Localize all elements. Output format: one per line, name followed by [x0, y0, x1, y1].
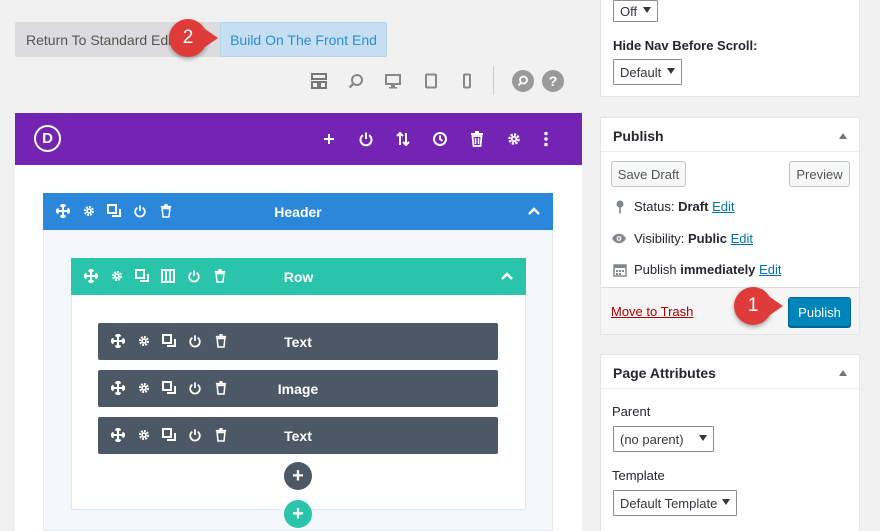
chevron-up-icon[interactable]: [499, 268, 515, 284]
zoom-icon[interactable]: [346, 71, 366, 91]
builder-header-bar: [15, 113, 582, 165]
search-icon[interactable]: [512, 70, 534, 92]
module-title: Image: [277, 380, 319, 397]
page-attributes-title: Page Attributes: [613, 365, 716, 381]
publish-button[interactable]: Publish: [788, 297, 851, 327]
more-options-icon[interactable]: [537, 130, 555, 148]
edit-visibility-link[interactable]: Edit: [731, 231, 753, 246]
module-text[interactable]: Text: [98, 417, 498, 454]
pin-icon: [613, 200, 627, 214]
collapse-arrow-icon[interactable]: [839, 370, 847, 376]
status-row: Status: Draft Edit: [613, 199, 734, 214]
chevron-up-icon[interactable]: [526, 203, 542, 219]
move-to-trash-link[interactable]: Move to Trash: [611, 304, 693, 319]
add-row-button[interactable]: +: [284, 500, 312, 528]
row-title: Row: [283, 268, 314, 285]
module-text[interactable]: Text: [98, 323, 498, 360]
preview-button[interactable]: Preview: [789, 161, 850, 187]
section-title: Header: [274, 203, 322, 220]
collapse-arrow-icon[interactable]: [839, 133, 847, 139]
hide-nav-label: Hide Nav Before Scroll:: [613, 38, 758, 53]
history-icon[interactable]: [431, 130, 449, 148]
section-header-bar[interactable]: Header: [43, 193, 553, 230]
parent-label: Parent: [612, 404, 651, 419]
settings-gear-icon[interactable]: [505, 130, 523, 148]
edit-publish-date-link[interactable]: Edit: [759, 262, 781, 277]
template-label: Template: [612, 468, 665, 483]
annotation-marker-1: 1: [734, 287, 783, 325]
tablet-view-icon[interactable]: [421, 71, 441, 91]
help-icon[interactable]: ?: [542, 70, 564, 92]
hide-nav-select[interactable]: Default: [613, 59, 682, 85]
visibility-row: Visibility: Public Edit: [611, 231, 753, 246]
template-select[interactable]: Default Template: [613, 490, 737, 516]
desktop-view-icon[interactable]: [383, 71, 403, 91]
add-icon[interactable]: [320, 130, 338, 148]
wireframe-view-icon[interactable]: [309, 71, 329, 91]
phone-view-icon[interactable]: [457, 71, 477, 91]
module-title: Text: [284, 427, 312, 444]
eye-icon: [611, 233, 627, 244]
nav-select[interactable]: Off: [613, 0, 658, 22]
module-title: Text: [284, 333, 312, 350]
build-on-front-end-button[interactable]: Build On The Front End: [220, 22, 387, 57]
publish-box-title: Publish: [613, 128, 664, 144]
publish-date-row: Publish immediately Edit: [612, 262, 781, 277]
module-image[interactable]: Image: [98, 370, 498, 407]
calendar-icon: [612, 263, 627, 277]
sort-icon[interactable]: [394, 130, 412, 148]
power-icon[interactable]: [357, 130, 375, 148]
divi-logo: D: [34, 125, 61, 152]
parent-select[interactable]: (no parent): [613, 426, 714, 452]
toolbar-divider: [493, 66, 494, 95]
save-draft-button[interactable]: Save Draft: [611, 161, 686, 187]
add-module-button[interactable]: +: [284, 462, 312, 490]
edit-status-link[interactable]: Edit: [712, 199, 734, 214]
row-header-bar[interactable]: Row: [71, 258, 526, 295]
annotation-marker-2: 2: [169, 19, 218, 57]
trash-icon[interactable]: [468, 130, 486, 148]
